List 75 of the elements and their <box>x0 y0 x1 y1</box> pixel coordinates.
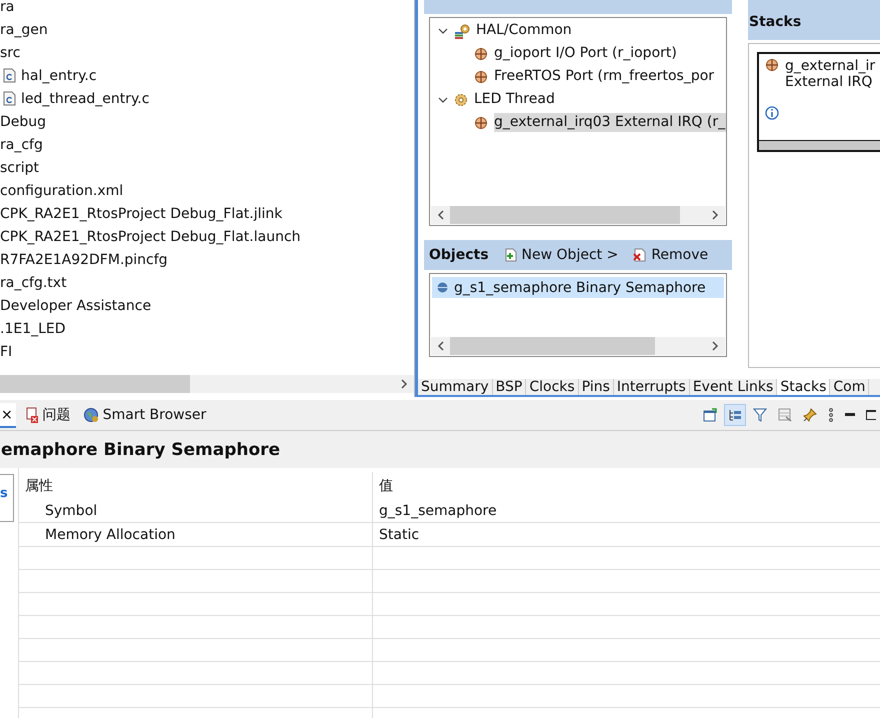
editor-tab[interactable]: Stacks <box>777 379 830 395</box>
file-tree-item[interactable]: ra <box>0 0 14 14</box>
crosshair-icon <box>765 58 779 72</box>
tree-item[interactable]: FreeRTOS Port (rm_freertos_por <box>494 67 718 86</box>
object-item[interactable]: g_s1_semaphore Binary Semaphore <box>432 277 724 298</box>
filter-icon <box>753 408 767 422</box>
file-tree-item[interactable]: ra_cfg <box>0 136 43 152</box>
properties-title: emaphore Binary Semaphore <box>1 440 280 460</box>
file-tree-item[interactable]: ra_cfg.txt <box>0 274 67 290</box>
crosshair-icon <box>474 116 488 130</box>
file-tree-item[interactable]: src <box>0 44 20 60</box>
scrollbar-thumb[interactable] <box>450 206 680 224</box>
scroll-left-icon[interactable] <box>437 341 444 351</box>
toolbar-button[interactable] <box>724 404 746 426</box>
horizontal-scrollbar[interactable] <box>0 375 414 393</box>
file-tree-item[interactable]: R7FA2E1A92DFM.pincfg <box>0 252 168 268</box>
scroll-right-icon[interactable] <box>712 341 719 351</box>
view-tab[interactable]: Smart Browser <box>80 407 210 423</box>
table-icon <box>778 408 792 422</box>
globe-icon <box>82 407 99 423</box>
file-tree-item[interactable]: led_thread_entry.c <box>21 90 150 106</box>
problems-icon <box>24 407 39 423</box>
stacks-title: Stacks <box>749 14 802 30</box>
scroll-right-icon[interactable] <box>401 379 408 389</box>
property-name: Memory Allocation <box>19 523 373 546</box>
file-tree-item[interactable]: script <box>0 160 40 176</box>
scrollbar-thumb[interactable] <box>0 375 190 393</box>
file-tree-item[interactable]: .1E1_LED <box>0 320 66 336</box>
property-name: Symbol <box>19 499 373 522</box>
maximize-icon <box>866 410 876 420</box>
delete-icon <box>632 248 646 262</box>
scrollbar-thumb[interactable] <box>450 337 655 355</box>
property-value[interactable]: g_s1_semaphore <box>373 499 880 522</box>
tree-view-icon <box>728 408 742 422</box>
module-type: External IRQ <box>785 74 874 90</box>
file-tree-item[interactable]: CPK_RA2E1_RtosProject Debug_Flat.jlink <box>0 206 282 222</box>
scroll-right-icon[interactable] <box>712 210 719 220</box>
file-tree-item[interactable]: Debug <box>0 114 46 130</box>
column-header: 属性 <box>19 472 373 499</box>
toolbar-button[interactable]: New Object > <box>502 247 618 263</box>
file-tree-item[interactable]: CPK_RA2E1_RtosProject Debug_Flat.launch <box>0 228 301 244</box>
module-name: g_external_ir <box>785 58 876 74</box>
chevron-icon[interactable] <box>438 26 448 36</box>
column-header: 值 <box>378 476 394 496</box>
new-window-icon <box>703 408 717 422</box>
gears-icon <box>454 22 470 38</box>
file-tree-item[interactable]: FI <box>0 344 12 360</box>
scroll-left-icon[interactable] <box>437 210 444 220</box>
crosshair-icon <box>474 70 488 84</box>
minimize-icon <box>845 413 855 417</box>
file-tree-item[interactable]: configuration.xml <box>0 182 124 198</box>
file-tree-item[interactable]: ra_gen <box>0 22 48 38</box>
stack-module-card[interactable]: g_external_ir External IRQ <box>757 52 880 152</box>
tree-item[interactable]: HAL/Common <box>476 21 575 40</box>
add-icon <box>502 248 517 262</box>
property-value[interactable]: Static <box>373 523 880 546</box>
gear-icon <box>454 92 468 106</box>
pin-icon <box>803 408 817 422</box>
more-icon <box>828 408 834 422</box>
objects-title: Objects <box>429 247 489 263</box>
info-icon[interactable] <box>765 106 779 120</box>
tree-item[interactable]: g_external_irq03 External IRQ (r_ <box>494 113 726 132</box>
side-tab[interactable]: s <box>0 486 8 501</box>
view-tab[interactable]: 问题 <box>22 406 74 424</box>
file-tree-item[interactable]: hal_entry.c <box>21 68 97 84</box>
semaphore-icon <box>437 282 448 293</box>
toolbar-button[interactable]: Remove <box>632 247 708 263</box>
close-button[interactable]: × <box>0 402 16 428</box>
chevron-icon[interactable] <box>438 94 448 104</box>
file-tree-item[interactable]: Developer Assistance <box>0 298 152 314</box>
crosshair-icon <box>474 46 488 60</box>
c-file-icon <box>3 68 16 83</box>
c-file-icon <box>3 91 16 106</box>
tree-item[interactable]: g_ioport I/O Port (r_ioport) <box>494 44 680 63</box>
tree-item[interactable]: LED Thread <box>474 90 558 109</box>
